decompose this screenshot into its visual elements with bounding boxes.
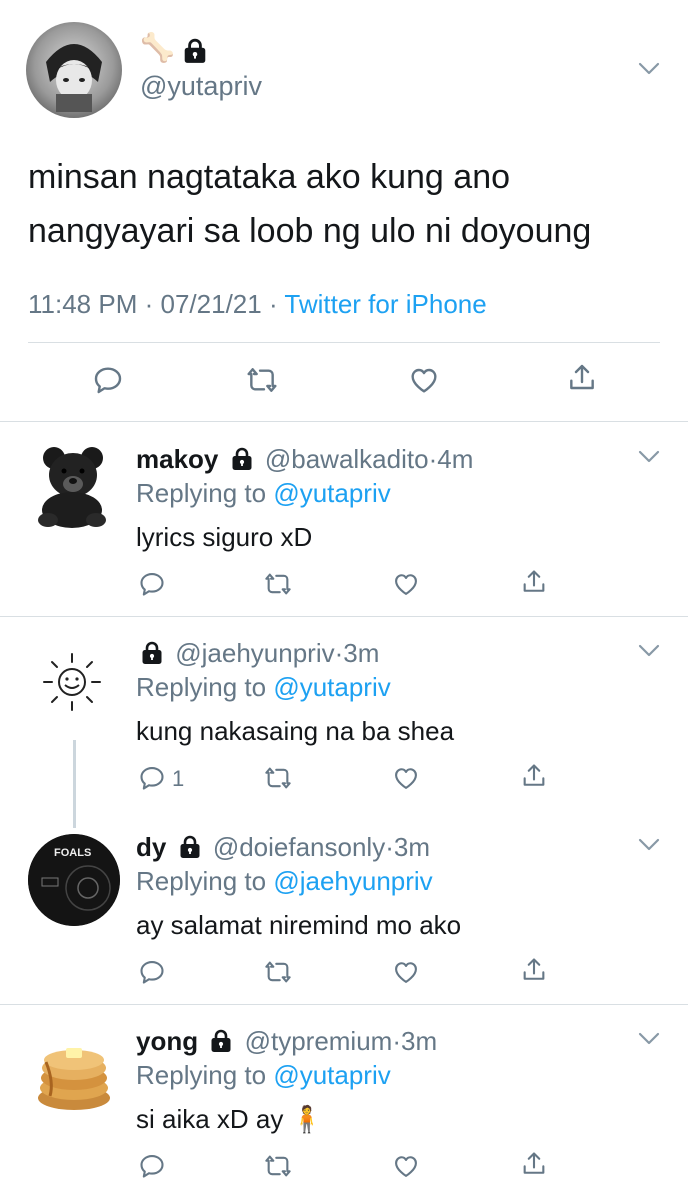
tweet-text-line: nangyayari sa loob ng ulo ni doyoung <box>28 212 592 250</box>
avatar[interactable]: FOALS <box>28 834 120 926</box>
timestamp: 3m <box>343 638 380 668</box>
like-icon[interactable] <box>392 570 420 598</box>
avatar[interactable] <box>26 22 122 118</box>
separator: · <box>392 1026 401 1056</box>
separator: · <box>385 832 394 862</box>
reply-text: si aika xD ay 🧍 <box>136 1104 323 1134</box>
tweet-meta: 11:48 PM · 07/21/21 · Twitter for iPhone <box>28 288 487 320</box>
share-icon[interactable] <box>520 568 548 596</box>
timestamp: 4m <box>437 444 474 474</box>
reply-count: 1 <box>172 766 185 791</box>
reply-icon[interactable] <box>138 764 166 792</box>
share-icon[interactable] <box>566 362 598 394</box>
reply-icon[interactable] <box>138 1152 166 1180</box>
chevron-down-icon[interactable] <box>638 838 660 852</box>
handle[interactable]: @typremium <box>245 1026 393 1056</box>
avatar[interactable] <box>40 650 104 714</box>
reply-header: dy @doiefansonly·3m <box>136 832 430 862</box>
tweet-time: 11:48 PM <box>28 289 138 319</box>
sun-avatar <box>43 653 101 711</box>
separator: · <box>334 638 344 668</box>
replying-prefix: Replying to <box>136 478 267 508</box>
bear-avatar <box>38 447 106 528</box>
replying-to: Replying to @yutapriv <box>136 478 391 508</box>
reply-text: lyrics siguro xD <box>136 522 313 552</box>
pancake-avatar <box>38 1048 110 1110</box>
reply-header: yong @typremium·3m <box>136 1026 437 1056</box>
retweet-icon[interactable] <box>264 958 292 986</box>
chevron-down-icon[interactable] <box>638 450 660 464</box>
replying-to-handle[interactable]: @yutapriv <box>273 1060 390 1090</box>
replying-to-handle[interactable]: @jaehyunpriv <box>273 866 432 896</box>
share-icon[interactable] <box>520 1150 548 1178</box>
album-avatar: FOALS <box>28 834 120 926</box>
handle[interactable]: @doiefansonly <box>213 832 385 862</box>
lock-icon <box>178 835 202 859</box>
tweet-text-line: minsan nagtataka ako kung ano <box>28 158 511 196</box>
lock-icon <box>230 447 254 471</box>
replying-prefix: Replying to <box>136 672 267 702</box>
replying-to: Replying to @yutapriv <box>136 1060 391 1090</box>
retweet-icon[interactable] <box>264 1152 292 1180</box>
lock-icon <box>182 38 208 64</box>
replying-to-handle[interactable]: @yutapriv <box>273 478 390 508</box>
reply-header: makoy @bawalkadito·4m <box>136 444 473 474</box>
display-name-emoji: 🦴 <box>140 32 175 63</box>
display-name[interactable]: dy <box>136 832 166 862</box>
share-icon[interactable] <box>520 956 548 984</box>
reply-header: @jaehyunpriv·3m <box>140 638 379 668</box>
chevron-down-icon[interactable] <box>638 1032 660 1046</box>
retweet-icon[interactable] <box>246 364 278 396</box>
handle[interactable]: @bawalkadito <box>265 444 429 474</box>
reply-icon[interactable] <box>138 570 166 598</box>
separator: · <box>144 289 154 319</box>
display-name[interactable]: yong <box>136 1026 198 1056</box>
avatar[interactable] <box>30 440 114 530</box>
reply-icon[interactable] <box>138 958 166 986</box>
avatar-illustration <box>46 44 102 112</box>
replying-to: Replying to @jaehyunpriv <box>136 866 433 896</box>
thread-line <box>73 740 76 828</box>
replying-prefix: Replying to <box>136 866 267 896</box>
timestamp: 3m <box>393 832 430 862</box>
timestamp: 3m <box>401 1026 438 1056</box>
reply-text-content: si aika xD ay <box>136 1104 284 1134</box>
tweet-source[interactable]: Twitter for iPhone <box>284 289 486 319</box>
handle[interactable]: @yutapriv <box>140 70 262 102</box>
avatar[interactable] <box>34 1032 114 1112</box>
replying-prefix: Replying to <box>136 1060 267 1090</box>
divider <box>0 421 688 422</box>
reply-text: kung nakasaing na ba shea <box>136 716 455 746</box>
display-name[interactable]: makoy <box>136 444 218 474</box>
replying-to-handle[interactable]: @yutapriv <box>273 672 390 702</box>
reply-icon[interactable] <box>92 364 124 396</box>
handle[interactable]: @jaehyunpriv <box>175 638 334 668</box>
person-emoji: 🧍 <box>290 1104 323 1134</box>
divider <box>28 342 660 343</box>
share-icon[interactable] <box>520 762 548 790</box>
like-icon[interactable] <box>392 1152 420 1180</box>
retweet-icon[interactable] <box>264 570 292 598</box>
album-label: FOALS <box>54 847 91 859</box>
chevron-down-icon[interactable] <box>638 644 660 658</box>
lock-icon <box>209 1029 233 1053</box>
like-icon[interactable] <box>408 364 440 396</box>
reply-text: ay salamat niremind mo ako <box>136 910 462 940</box>
separator: · <box>428 444 438 474</box>
chevron-down-icon[interactable] <box>638 62 660 76</box>
tweet-date: 07/21/21 <box>160 289 262 319</box>
like-icon[interactable] <box>392 958 420 986</box>
separator: · <box>268 289 278 319</box>
tweet-text: minsan nagtataka ako kung ano nangyayari… <box>28 150 591 258</box>
replying-to: Replying to @yutapriv <box>136 672 391 702</box>
like-icon[interactable] <box>392 764 420 792</box>
retweet-icon[interactable] <box>264 764 292 792</box>
lock-icon <box>140 641 164 665</box>
divider <box>0 616 688 617</box>
divider <box>0 1004 688 1005</box>
